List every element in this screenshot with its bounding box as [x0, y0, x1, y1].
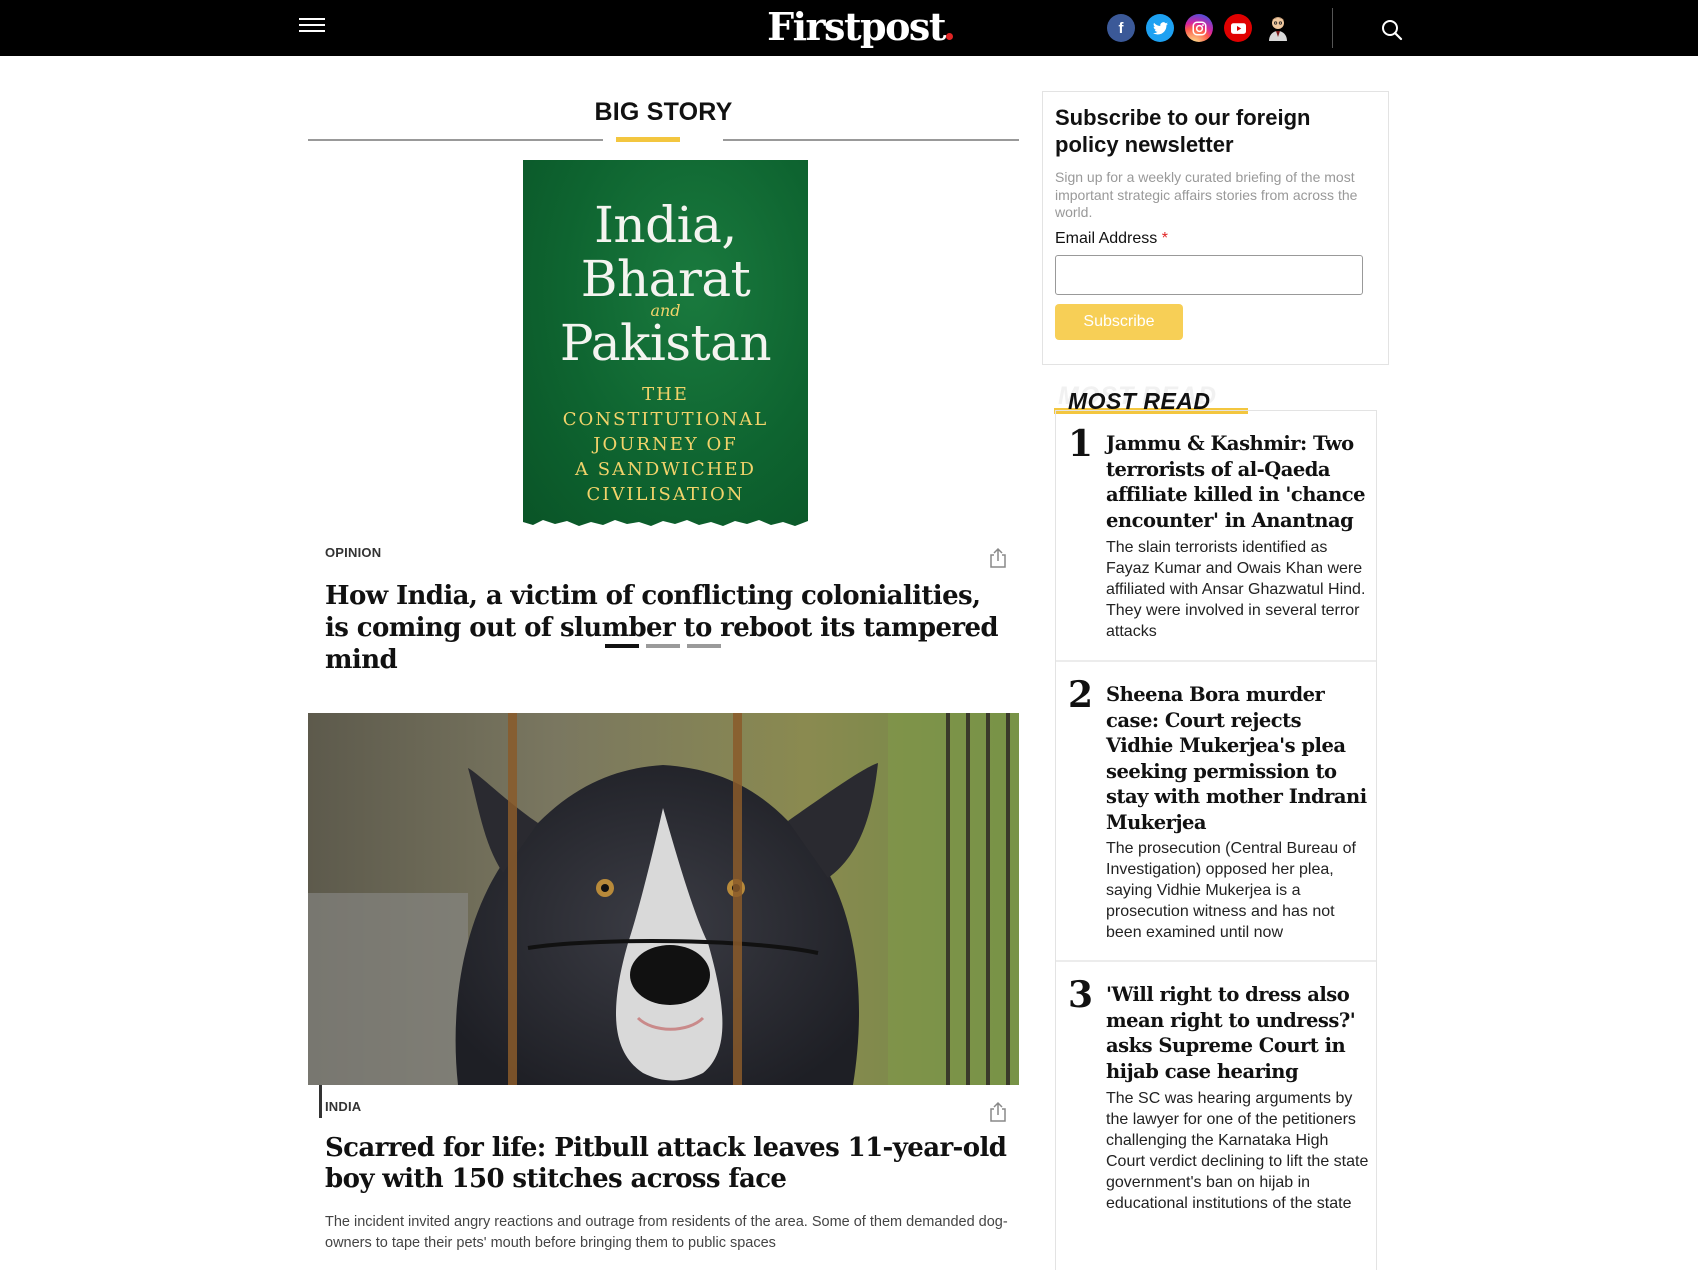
story-description: The incident invited angry reactions and…	[325, 1214, 1008, 1251]
most-read-summary: The prosecution (Central Bureau of Inves…	[1106, 840, 1356, 941]
rank-number: 2	[1068, 674, 1097, 716]
category-india[interactable]: INDIA	[325, 1099, 368, 1114]
header-accent	[616, 137, 680, 142]
email-field[interactable]	[1055, 255, 1363, 295]
most-read-list: 1 Jammu & Kashmir: Two terrorists of al-…	[1055, 410, 1377, 1270]
big-story-title: BIG STORY	[594, 98, 733, 126]
profile-avatar-icon[interactable]	[1264, 14, 1292, 42]
most-read-headline[interactable]: Jammu & Kashmir: Two terrorists of al-Qa…	[1106, 431, 1371, 533]
cover-line-2: Bharat	[580, 250, 751, 308]
header-divider	[1332, 8, 1333, 48]
site-logo[interactable]: Firstpost	[760, 4, 960, 50]
photo-edge	[319, 1085, 322, 1118]
category-opinion[interactable]: OPINION	[325, 545, 388, 560]
search-icon[interactable]	[1380, 18, 1404, 42]
torn-edge	[523, 520, 808, 528]
subscribe-button[interactable]: Subscribe	[1055, 304, 1183, 340]
most-read-item[interactable]: 1 Jammu & Kashmir: Two terrorists of al-…	[1056, 411, 1376, 662]
big-story-headline[interactable]: How India, a victim of conflicting colon…	[325, 580, 1005, 676]
most-read-headline[interactable]: 'Will right to dress also mean right to …	[1106, 982, 1371, 1084]
cover-subtitle-4: A SANDWICHED	[575, 459, 756, 480]
story-headline[interactable]: Scarred for life: Pitbull attack leaves …	[325, 1133, 1015, 1195]
cover-line-1: India,	[594, 196, 737, 254]
instagram-icon[interactable]	[1185, 14, 1213, 42]
most-read-summary: The SC was hearing arguments by the lawy…	[1106, 1090, 1369, 1212]
header-rule-right	[723, 139, 1019, 141]
twitter-icon[interactable]	[1146, 14, 1174, 42]
rank-number: 3	[1068, 974, 1097, 1016]
share-icon[interactable]	[987, 1101, 1009, 1123]
cover-subtitle-5: CIVILISATION	[586, 484, 745, 505]
pitbull-photo[interactable]	[308, 713, 1019, 1085]
menu-icon[interactable]	[299, 18, 325, 36]
email-label: Email Address *	[1055, 230, 1168, 247]
most-read-item[interactable]: 3 'Will right to dress also mean right t…	[1056, 962, 1376, 1270]
newsletter-text: Sign up for a weekly curated briefing of…	[1055, 169, 1358, 220]
rank-number: 1	[1068, 423, 1097, 465]
cover-subtitle-1: THE	[642, 384, 689, 405]
cover-subtitle-3: JOURNEY OF	[593, 434, 738, 455]
facebook-icon[interactable]: f	[1107, 14, 1135, 42]
cover-line-3: Pakistan	[559, 314, 772, 372]
most-read-summary: The slain terrorists identified as Fayaz…	[1106, 539, 1366, 640]
newsletter-box: Subscribe to our foreign policy newslett…	[1042, 91, 1389, 365]
youtube-icon[interactable]	[1224, 14, 1252, 42]
carousel-dot-2[interactable]	[646, 644, 680, 648]
header-rule-left	[308, 139, 603, 141]
carousel-dot-3[interactable]	[687, 644, 721, 648]
cover-subtitle-2: CONSTITUTIONAL	[562, 409, 769, 430]
share-icon[interactable]	[987, 547, 1009, 569]
newsletter-title: Subscribe to our foreign policy newslett…	[1055, 105, 1311, 157]
most-read-headline[interactable]: Sheena Bora murder case: Court rejects V…	[1106, 682, 1371, 835]
most-read-item[interactable]: 2 Sheena Bora murder case: Court rejects…	[1056, 662, 1376, 962]
book-cover-image[interactable]: India, Bharat and Pakistan THE CONSTITUT…	[523, 160, 808, 528]
top-navbar: Firstpost f	[0, 0, 1698, 56]
carousel-dot-1[interactable]	[605, 644, 639, 648]
big-story-header: BIG STORY	[308, 98, 1019, 142]
